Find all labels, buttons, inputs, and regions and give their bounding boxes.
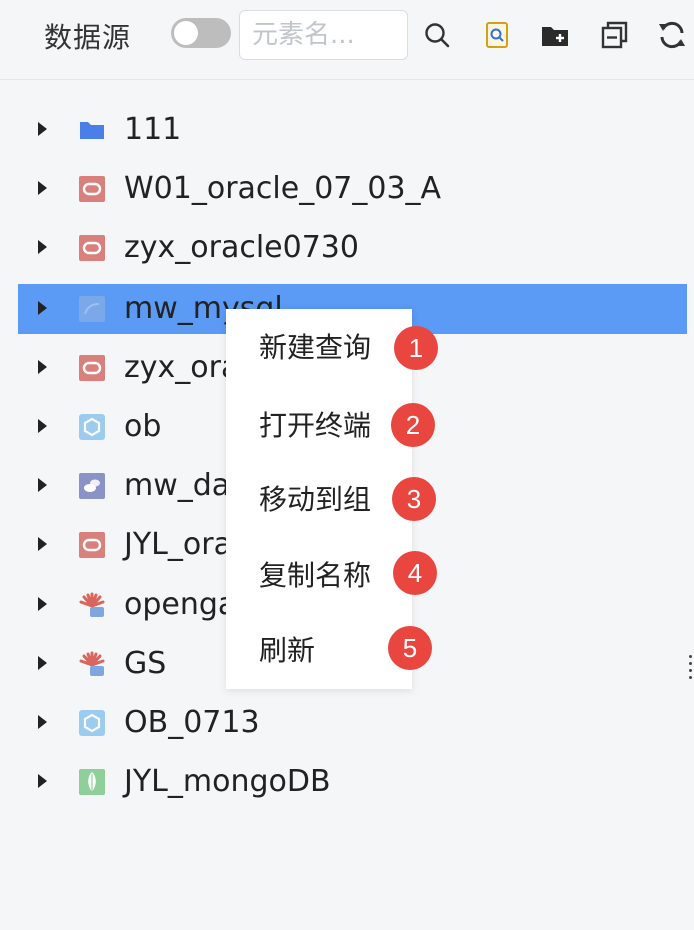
tree-item-label: openga xyxy=(124,587,237,622)
tree-item[interactable]: OB_0713 xyxy=(18,698,687,748)
menu-item-open-terminal[interactable]: 打开终端 xyxy=(226,396,412,456)
expand-caret-icon[interactable] xyxy=(38,597,47,611)
annotation-badge: 3 xyxy=(392,477,436,521)
expand-caret-icon[interactable] xyxy=(38,301,47,315)
refresh-icon[interactable] xyxy=(657,20,687,50)
expand-caret-icon[interactable] xyxy=(38,656,47,670)
tree-item-label: JYL_ora xyxy=(124,527,232,562)
tree-item-label: W01_oracle_07_03_A xyxy=(124,171,442,206)
find-file-icon[interactable] xyxy=(482,20,512,50)
oceanbase-icon xyxy=(78,413,106,441)
expand-caret-icon[interactable] xyxy=(38,537,47,551)
tree-item-label: JYL_mongoDB xyxy=(124,764,331,799)
search-box[interactable] xyxy=(239,10,408,60)
tree-item[interactable]: zyx_oracle0730 xyxy=(18,223,687,273)
expand-caret-icon[interactable] xyxy=(38,715,47,729)
search-icon[interactable] xyxy=(422,20,452,50)
panel-title: 数据源 xyxy=(44,21,132,54)
dameng-icon xyxy=(78,472,106,500)
menu-item-label: 打开终端 xyxy=(259,409,372,442)
annotation-badge: 4 xyxy=(393,551,437,595)
resize-grip-icon[interactable] xyxy=(689,655,693,685)
tree-item-label: zyx_oracle0730 xyxy=(124,230,359,265)
opengauss-icon xyxy=(78,591,106,619)
opengauss-icon xyxy=(78,650,106,678)
new-folder-icon[interactable] xyxy=(540,20,570,50)
menu-item-copy-name[interactable]: 复制名称 xyxy=(226,546,412,606)
mongodb-icon xyxy=(78,768,106,796)
annotation-badge: 2 xyxy=(391,403,435,447)
oracle-icon xyxy=(78,531,106,559)
tree-item-label: mw_da xyxy=(124,468,231,503)
toolbar: 数据源 xyxy=(0,0,694,80)
folder-icon xyxy=(78,116,106,144)
search-input[interactable] xyxy=(252,11,395,59)
tree-item-label: OB_0713 xyxy=(124,705,260,740)
tree-item-label: GS xyxy=(124,646,167,681)
annotation-badge: 5 xyxy=(388,626,432,670)
tree-item-label: ob xyxy=(124,409,162,444)
menu-item-label: 移动到组 xyxy=(259,483,372,516)
oracle-icon xyxy=(78,234,106,262)
tree-item[interactable]: W01_oracle_07_03_A xyxy=(18,164,687,214)
tree-item[interactable]: 111 xyxy=(18,105,687,155)
expand-caret-icon[interactable] xyxy=(38,360,47,374)
menu-item-refresh[interactable]: 刷新 xyxy=(226,621,412,681)
expand-caret-icon[interactable] xyxy=(38,122,47,136)
menu-item-label: 复制名称 xyxy=(259,559,372,592)
toggle-switch[interactable] xyxy=(171,18,231,48)
expand-caret-icon[interactable] xyxy=(38,181,47,195)
oracle-icon xyxy=(78,354,106,382)
expand-caret-icon[interactable] xyxy=(38,478,47,492)
toggle-knob xyxy=(174,21,198,45)
expand-caret-icon[interactable] xyxy=(38,419,47,433)
tree-item-label: zyx_ora xyxy=(124,350,240,385)
tree-item[interactable]: JYL_mongoDB xyxy=(18,757,687,807)
collapse-icon[interactable] xyxy=(599,20,629,50)
expand-caret-icon[interactable] xyxy=(38,240,47,254)
menu-item-new-query[interactable]: 新建查询 xyxy=(226,318,412,378)
oceanbase-icon xyxy=(78,709,106,737)
expand-caret-icon[interactable] xyxy=(38,774,47,788)
menu-item-move-to-group[interactable]: 移动到组 xyxy=(226,470,412,530)
oracle-icon xyxy=(78,175,106,203)
menu-item-label: 新建查询 xyxy=(259,331,372,364)
mysql-icon xyxy=(78,295,106,323)
annotation-badge: 1 xyxy=(394,326,438,370)
tree-item-label: 111 xyxy=(124,112,182,147)
context-menu: 新建查询 打开终端 移动到组 复制名称 刷新 xyxy=(226,309,412,689)
menu-item-label: 刷新 xyxy=(259,634,316,667)
